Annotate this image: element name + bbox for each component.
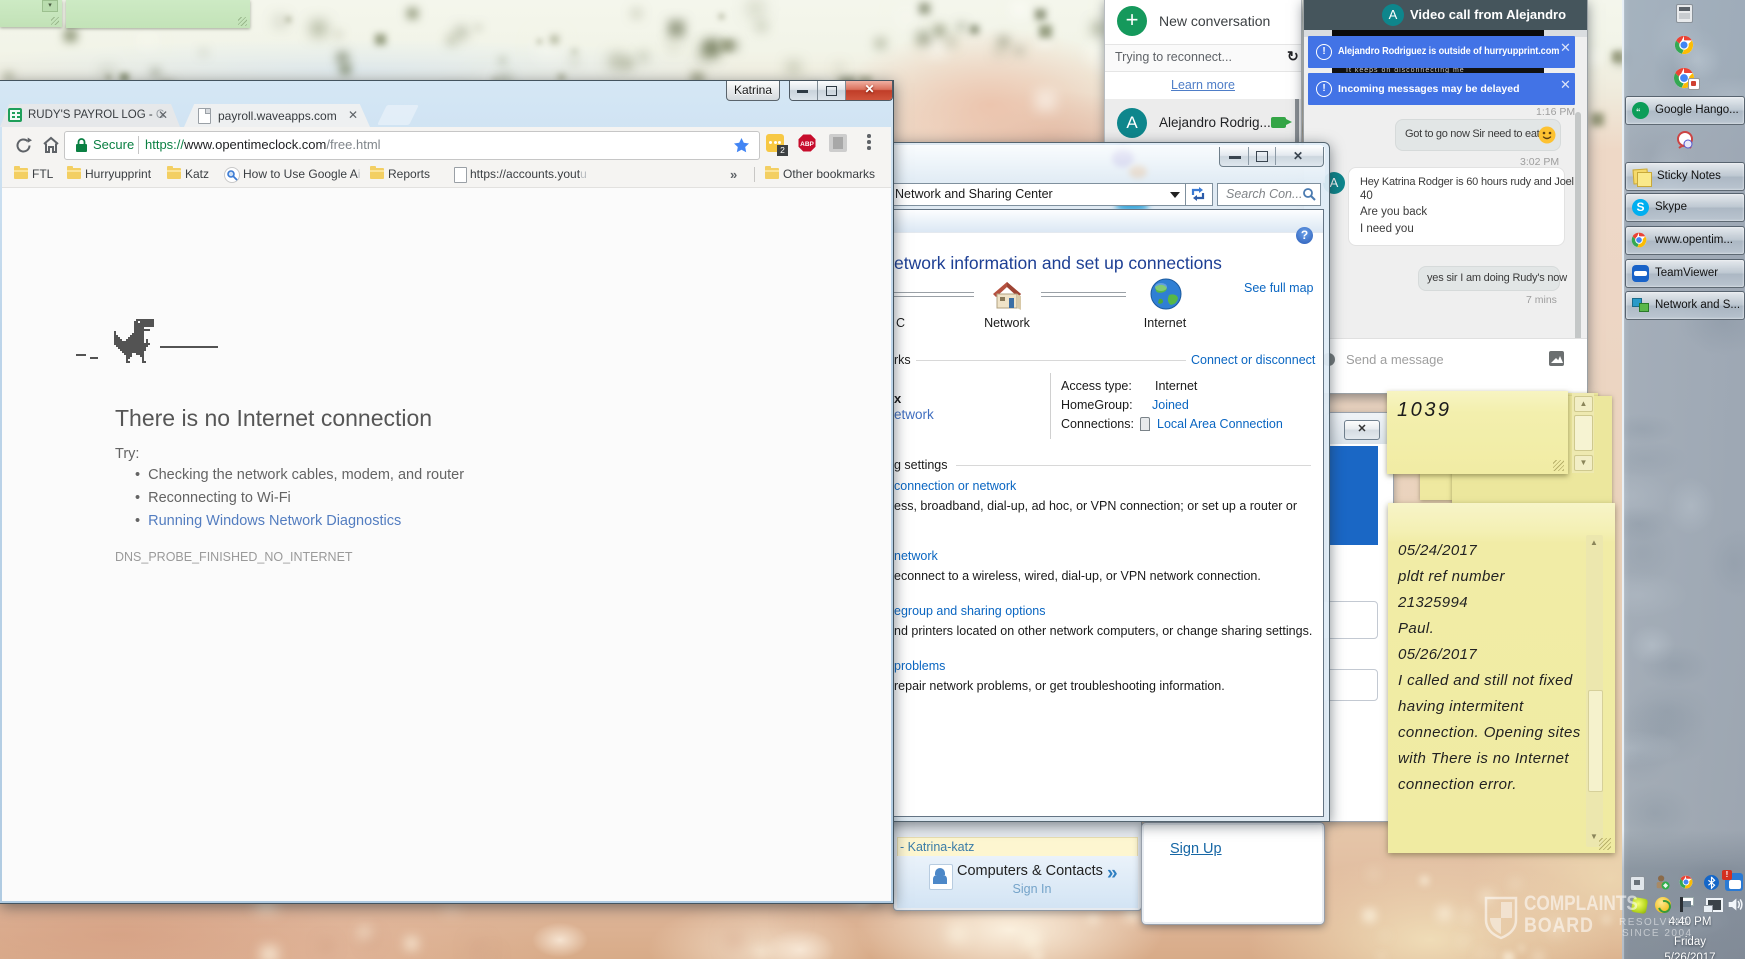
svg-text:ABP: ABP bbox=[800, 141, 814, 148]
